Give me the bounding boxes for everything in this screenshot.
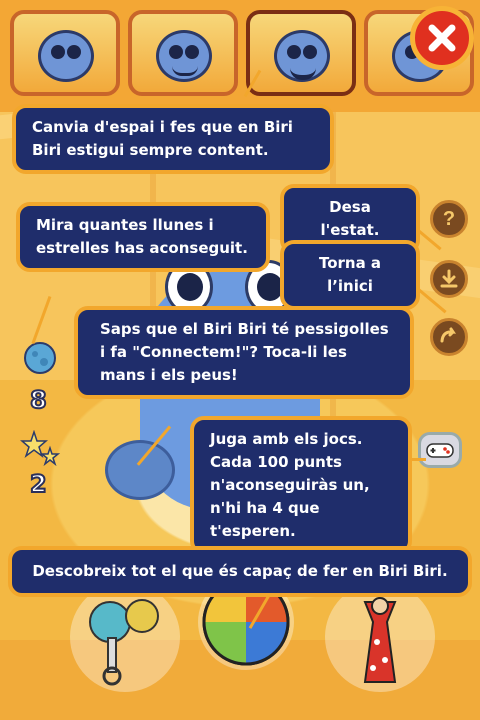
room-slot-bath[interactable]: [246, 10, 356, 96]
download-icon: [440, 269, 458, 288]
gamepad-icon: [426, 443, 454, 458]
sad-room-icon: [38, 30, 94, 82]
rattle-toy-button[interactable]: [70, 582, 180, 692]
help-button[interactable]: ?: [430, 200, 468, 238]
tip-games: Juga amb els jocs. Cada 100 punts n'acon…: [190, 416, 412, 555]
close-icon: [428, 24, 456, 52]
rattle-icon: [89, 599, 159, 686]
help-icon: ?: [442, 207, 456, 230]
save-button[interactable]: [430, 260, 468, 298]
puppet-icon: [363, 597, 397, 683]
tip-back-home: Torna a l’inici: [280, 240, 420, 310]
home-button[interactable]: [430, 318, 468, 356]
left-foot[interactable]: [105, 440, 175, 500]
games-button[interactable]: [418, 432, 462, 468]
puppet-toy-button[interactable]: [325, 582, 435, 692]
back-arrow-icon: [440, 327, 457, 343]
room-slot-sad[interactable]: [10, 10, 120, 96]
tip-tickles: Saps que el Biri Biri té pessigolles i f…: [74, 306, 414, 399]
stars-icon: [19, 429, 61, 473]
close-button[interactable]: [410, 6, 474, 70]
room-selector-bar: [0, 0, 480, 112]
moons-count: 8: [29, 385, 48, 415]
stars-count: 2: [29, 469, 48, 499]
pointer-games: [410, 458, 426, 461]
tip-discover: Descobreix tot el que és capaç de fer en…: [8, 546, 472, 597]
moon-icon: [22, 340, 58, 381]
tip-moons-stars: Mira quantes llunes i estrelles has acon…: [16, 202, 270, 272]
tip-change-space: Canvia d'espai i fes que en Biri Biri es…: [12, 104, 334, 174]
room-slot-kitchen[interactable]: [128, 10, 238, 96]
